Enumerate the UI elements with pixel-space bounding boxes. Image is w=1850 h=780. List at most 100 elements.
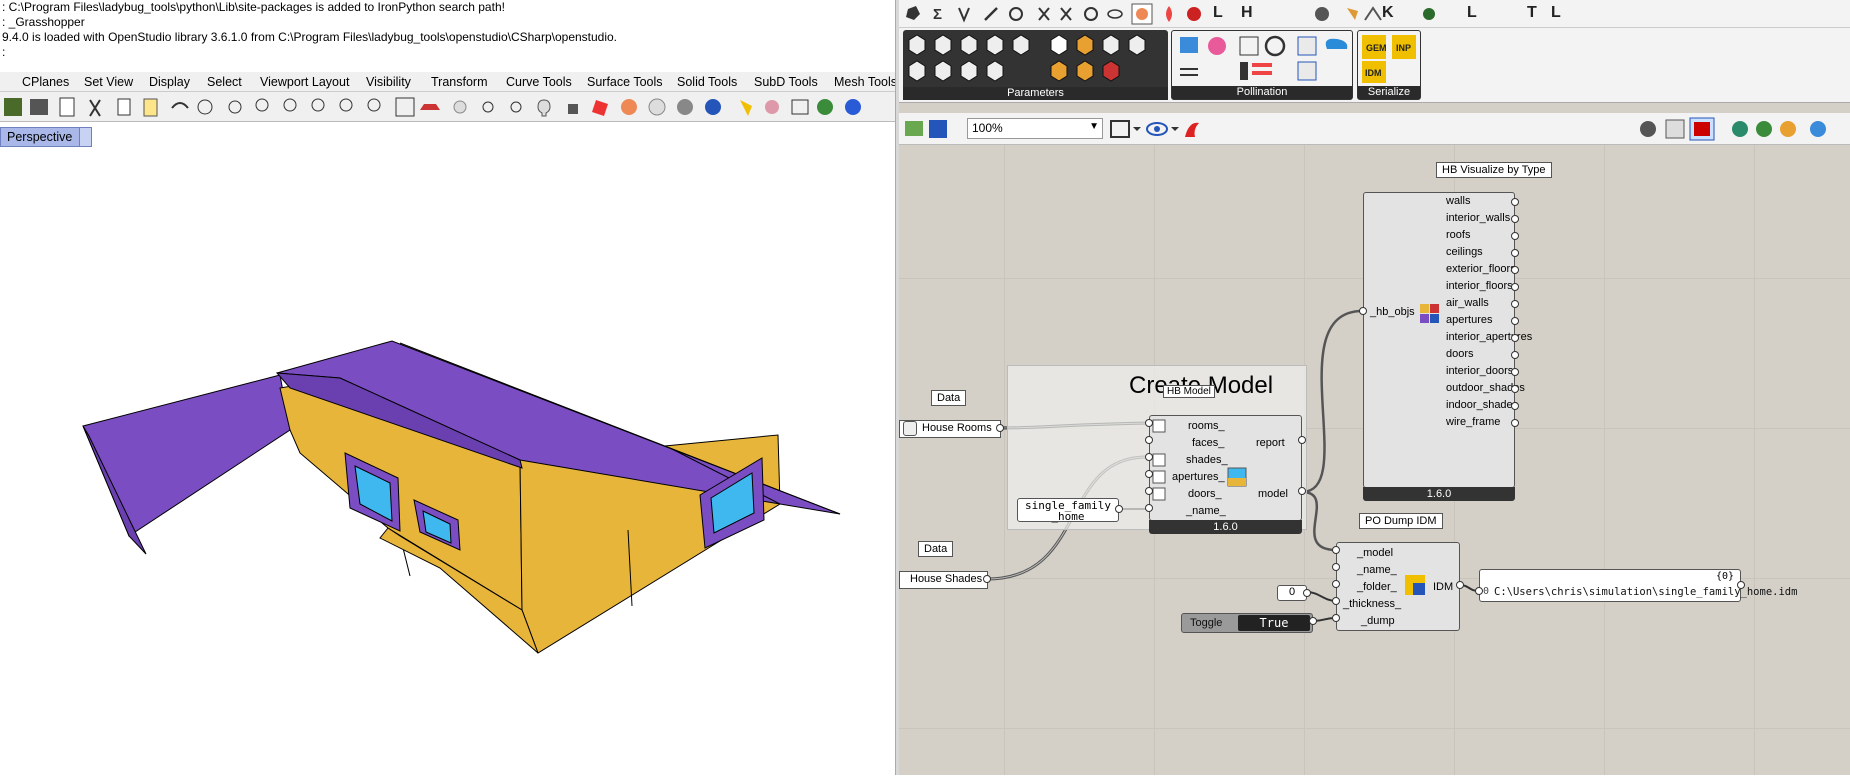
output-port[interactable] <box>1511 351 1519 359</box>
gh-tab-h[interactable]: H <box>1241 4 1253 22</box>
perspective-viewport[interactable] <box>0 148 895 775</box>
output-indoor-shades[interactable]: indoor_shades <box>1446 399 1518 411</box>
output-port[interactable] <box>1456 581 1464 589</box>
zoom-select[interactable]: 100% ▼ <box>967 118 1103 139</box>
output-apertures[interactable]: apertures <box>1446 314 1492 326</box>
output-port[interactable] <box>1511 283 1519 291</box>
po-dump-idm-component[interactable]: _model _name_ _folder_ _thickness_ _dump… <box>1336 542 1460 631</box>
output-port[interactable] <box>1511 402 1519 410</box>
input-port[interactable] <box>1145 436 1153 444</box>
toggle-value[interactable]: True <box>1238 615 1310 631</box>
output-port[interactable] <box>1298 487 1306 495</box>
output-walls[interactable]: walls <box>1446 195 1470 207</box>
po-dump-idm-title: PO Dump IDM <box>1359 513 1443 529</box>
output-model[interactable]: model <box>1258 488 1288 500</box>
menu-transform[interactable]: Transform <box>431 75 488 89</box>
hb-visualize-component[interactable]: _hb_objs walls interior_walls roofs ceil… <box>1363 192 1532 501</box>
output-interior-apertures[interactable]: interior_apertures <box>1446 331 1532 343</box>
gh-canvas[interactable]: Create Model Data House Rooms Data House… <box>899 145 1850 775</box>
input-port[interactable] <box>1145 470 1153 478</box>
output-port[interactable] <box>1511 334 1519 342</box>
menu-subd-tools[interactable]: SubD Tools <box>754 75 818 89</box>
output-port[interactable] <box>1511 232 1519 240</box>
output-port[interactable] <box>1511 266 1519 274</box>
output-port[interactable] <box>983 575 991 583</box>
output-port[interactable] <box>1115 505 1123 513</box>
output-port[interactable] <box>1309 617 1317 625</box>
input-doors[interactable]: doors_ <box>1188 488 1222 500</box>
output-port[interactable] <box>1511 300 1519 308</box>
idm-path-panel[interactable]: {0} 0 C:\Users\chris\simulation\single_f… <box>1479 569 1797 602</box>
menu-mesh-tools[interactable]: Mesh Tools <box>834 75 897 89</box>
output-port[interactable] <box>1511 215 1519 223</box>
viewport-tab-perspective[interactable]: Perspective <box>0 127 92 147</box>
output-wire-frame[interactable]: wire_frame <box>1446 416 1500 428</box>
hb-model-component[interactable]: rooms_ faces_ shades_ apertures_ doors_ … <box>1149 415 1302 534</box>
output-idm[interactable]: IDM <box>1433 581 1453 593</box>
output-port[interactable] <box>1511 368 1519 376</box>
input-thickness[interactable]: _thickness_ <box>1343 598 1401 610</box>
input-port[interactable] <box>1475 587 1483 595</box>
output-port[interactable] <box>1303 589 1311 597</box>
output-air-walls[interactable]: air_walls <box>1446 297 1489 309</box>
command-prompt[interactable]: : <box>2 45 895 60</box>
input-folder[interactable]: _folder_ <box>1357 581 1397 593</box>
menu-viewport-layout[interactable]: Viewport Layout <box>260 75 349 89</box>
viewport-menu-chevron-icon[interactable] <box>79 128 91 146</box>
input-port[interactable] <box>1332 546 1340 554</box>
output-port[interactable] <box>1511 249 1519 257</box>
input-port[interactable] <box>1332 580 1340 588</box>
output-port[interactable] <box>1511 198 1519 206</box>
output-exterior-floors[interactable]: exterior_floors <box>1446 263 1516 275</box>
gh-tab-l3[interactable]: L <box>1551 4 1561 22</box>
input-port[interactable] <box>1145 504 1153 512</box>
gh-tab-l2[interactable]: L <box>1467 4 1477 22</box>
menu-display[interactable]: Display <box>149 75 190 89</box>
dump-toggle[interactable]: Toggle True <box>1181 613 1313 633</box>
input-port[interactable] <box>1359 307 1367 315</box>
name-panel[interactable]: single_family _home <box>1017 498 1119 522</box>
output-port[interactable] <box>1511 317 1519 325</box>
input-dump[interactable]: _dump <box>1361 615 1395 627</box>
output-ceilings[interactable]: ceilings <box>1446 246 1483 258</box>
output-port[interactable] <box>1511 419 1519 427</box>
output-roofs[interactable]: roofs <box>1446 229 1470 241</box>
house-rooms-param[interactable]: House Rooms <box>899 420 1001 438</box>
input-model[interactable]: _model <box>1357 547 1393 559</box>
output-port[interactable] <box>1511 385 1519 393</box>
input-faces[interactable]: faces_ <box>1192 437 1224 449</box>
menu-curve-tools[interactable]: Curve Tools <box>506 75 572 89</box>
output-doors[interactable]: doors <box>1446 348 1474 360</box>
output-interior-doors[interactable]: interior_doors <box>1446 365 1513 377</box>
data-tag: Data <box>931 390 967 406</box>
menu-surface-tools[interactable]: Surface Tools <box>587 75 663 89</box>
input-port[interactable] <box>1145 419 1153 427</box>
output-interior-walls[interactable]: interior_walls <box>1446 212 1510 224</box>
input-rooms[interactable]: rooms_ <box>1188 420 1225 432</box>
output-report[interactable]: report <box>1256 437 1285 449</box>
menu-set-view[interactable]: Set View <box>84 75 133 89</box>
output-port[interactable] <box>1737 581 1745 589</box>
input-name[interactable]: _name_ <box>1186 505 1226 517</box>
input-port[interactable] <box>1332 563 1340 571</box>
menu-select[interactable]: Select <box>207 75 242 89</box>
input-shades[interactable]: shades_ <box>1186 454 1228 466</box>
menu-solid-tools[interactable]: Solid Tools <box>677 75 737 89</box>
input-name[interactable]: _name_ <box>1357 564 1397 576</box>
input-hb-objs[interactable]: _hb_objs <box>1370 306 1415 318</box>
input-port[interactable] <box>1145 487 1153 495</box>
gh-tab-l[interactable]: L <box>1213 4 1223 22</box>
sigma-tab-icon: Σ <box>933 6 942 23</box>
menu-visibility[interactable]: Visibility <box>366 75 411 89</box>
output-interior-floors[interactable]: interior_floors <box>1446 280 1513 292</box>
input-port[interactable] <box>1332 597 1340 605</box>
gh-tab-k[interactable]: K <box>1382 4 1394 22</box>
house-shades-param[interactable]: House Shades <box>899 571 988 589</box>
ribbon-label-pollination: Pollination <box>1172 86 1352 99</box>
output-port[interactable] <box>996 424 1004 432</box>
input-port[interactable] <box>1145 453 1153 461</box>
menu-cplanes[interactable]: CPlanes <box>22 75 69 89</box>
input-port[interactable] <box>1332 614 1340 622</box>
output-port[interactable] <box>1298 436 1306 444</box>
gh-tab-t[interactable]: T <box>1527 4 1537 22</box>
